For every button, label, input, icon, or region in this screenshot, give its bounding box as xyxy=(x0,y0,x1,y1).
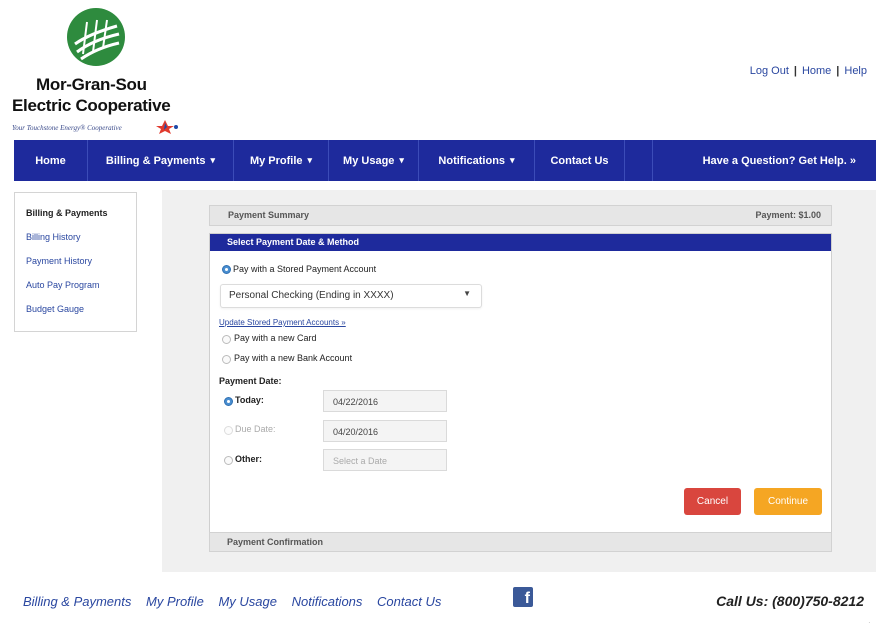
payment-date-heading: Payment Date: xyxy=(219,376,282,386)
due-date-radio[interactable] xyxy=(224,426,233,435)
version-label: · xyxy=(868,620,870,626)
sidebar-item-payment-history[interactable]: Payment History xyxy=(26,256,92,266)
payment-main-panel: Payment Summary Payment: $1.00 Select Pa… xyxy=(162,190,876,572)
due-date-label: Due Date: xyxy=(235,424,276,434)
sidebar-item-budget-gauge[interactable]: Budget Gauge xyxy=(26,304,84,314)
cancel-button[interactable]: Cancel xyxy=(684,488,741,515)
home-link[interactable]: Home xyxy=(802,65,831,77)
payment-confirmation-label: Payment Confirmation xyxy=(227,537,324,547)
footer-link-usage[interactable]: My Usage xyxy=(218,594,277,609)
stored-account-radio[interactable] xyxy=(222,265,231,274)
chevron-down-icon: ▾ xyxy=(399,155,404,165)
facebook-icon[interactable]: f xyxy=(513,587,533,607)
chevron-down-icon: ▾ xyxy=(510,155,515,165)
cooperative-logo xyxy=(67,8,125,66)
selected-account: Personal Checking (Ending in XXXX) xyxy=(229,290,394,301)
help-link[interactable]: Help xyxy=(844,65,867,77)
other-date-radio[interactable] xyxy=(224,456,233,465)
new-card-label: Pay with a new Card xyxy=(234,333,317,343)
footer-link-notifications[interactable]: Notifications xyxy=(292,594,363,609)
payment-method-panel: Select Payment Date & Method Pay with a … xyxy=(209,233,832,542)
due-date-field: 04/20/2016 xyxy=(323,420,447,442)
update-accounts-link[interactable]: Update Stored Payment Accounts » xyxy=(219,318,346,327)
payment-confirmation-bar[interactable]: Payment Confirmation xyxy=(209,532,832,552)
today-radio[interactable] xyxy=(224,397,233,406)
brand-name-line2: Electric Cooperative xyxy=(12,96,171,115)
sidebar-item-auto-pay[interactable]: Auto Pay Program xyxy=(26,280,100,290)
nav-contact-us[interactable]: Contact Us xyxy=(535,140,625,181)
payment-summary-label: Payment Summary xyxy=(228,210,310,220)
footer-link-billing[interactable]: Billing & Payments xyxy=(23,594,131,609)
other-date-label: Other: xyxy=(235,454,262,464)
top-links: Log Out | Home | Help xyxy=(749,65,867,77)
payment-amount: Payment: $1.00 xyxy=(755,210,821,220)
dropdown-arrow-icon: ▼ xyxy=(463,289,471,298)
footer-link-profile[interactable]: My Profile xyxy=(146,594,204,609)
chevron-down-icon: ▾ xyxy=(307,155,313,165)
continue-button[interactable]: Continue xyxy=(754,488,822,515)
sidebar-title: Billing & Payments xyxy=(26,208,108,218)
call-us-phone: Call Us: (800)750-8212 xyxy=(716,593,864,609)
nav-billing-payments[interactable]: Billing & Payments ▾ xyxy=(88,140,234,181)
stored-account-select[interactable]: Personal Checking (Ending in XXXX) ▼ xyxy=(220,284,482,308)
sidebar-item-billing-history[interactable]: Billing History xyxy=(26,232,81,242)
main-nav: Home Billing & Payments ▾ My Profile ▾ My … xyxy=(14,140,876,181)
today-label: Today: xyxy=(235,395,264,405)
today-date-field: 04/22/2016 xyxy=(323,390,447,412)
nav-notifications[interactable]: Notifications ▾ xyxy=(419,140,535,181)
new-bank-radio[interactable] xyxy=(222,355,231,364)
brand-name-line1: Mor-Gran-Sou xyxy=(36,75,147,94)
other-date-field[interactable]: Select a Date xyxy=(323,449,447,471)
new-bank-label: Pay with a new Bank Account xyxy=(234,353,353,363)
nav-my-profile[interactable]: My Profile ▾ xyxy=(234,140,329,181)
stored-account-label: Pay with a Stored Payment Account xyxy=(233,264,377,274)
payment-summary-bar[interactable]: Payment Summary Payment: $1.00 xyxy=(209,205,832,226)
get-help-link[interactable]: Have a Question? Get Help. » xyxy=(651,140,876,181)
nav-home[interactable]: Home xyxy=(14,140,88,181)
logout-link[interactable]: Log Out xyxy=(750,65,789,77)
billing-sidebar: Billing & Payments Billing History Payme… xyxy=(14,192,137,332)
panel-header: Select Payment Date & Method xyxy=(210,234,831,251)
nav-my-usage[interactable]: My Usage ▾ xyxy=(329,140,419,181)
footer-nav: Billing & Payments My Profile My Usage N… xyxy=(23,594,452,609)
new-card-radio[interactable] xyxy=(222,335,231,344)
touchstone-energy-icon xyxy=(156,120,178,134)
brand-tagline: Your Touchstone Energy® Cooperative xyxy=(12,124,122,132)
chevron-down-icon: ▾ xyxy=(210,155,216,165)
footer-link-contact[interactable]: Contact Us xyxy=(377,594,441,609)
